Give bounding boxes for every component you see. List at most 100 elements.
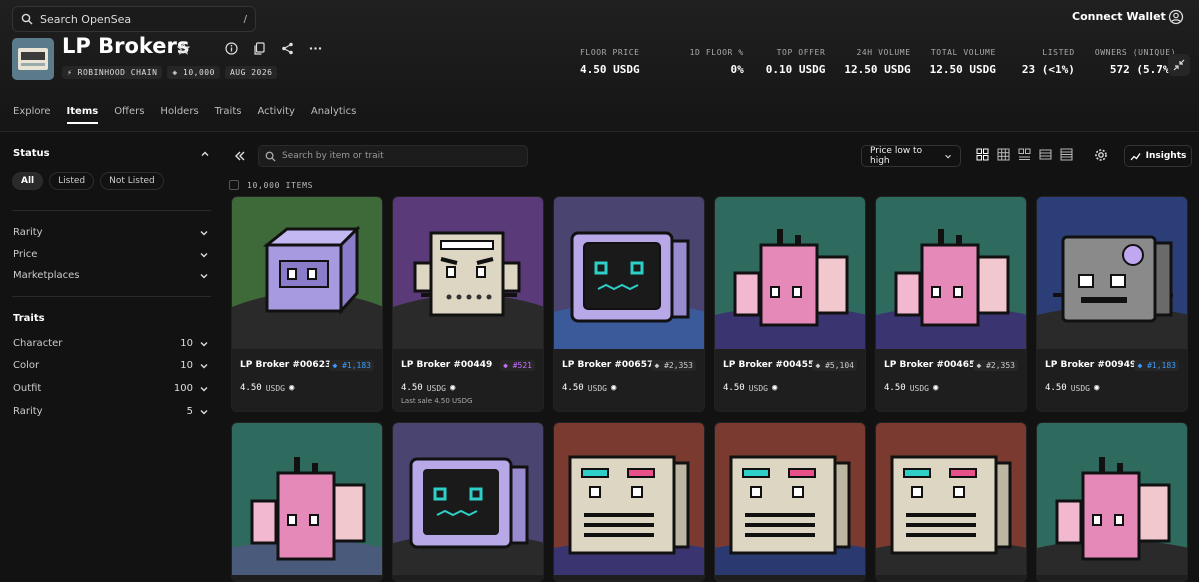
chevron-up-icon[interactable] [200, 149, 210, 159]
item-price: 4.50 USDG ◉ [401, 383, 456, 393]
chain-icon: ⚡ [67, 68, 78, 77]
filter-rarity[interactable]: Rarity [13, 227, 209, 238]
sort-label: Price low to high [870, 146, 923, 166]
stat-floor-price: FLOOR PRICE 4.50 USDG [580, 48, 640, 76]
item-card[interactable]: LP Broker #00657 ◆ #2,353 4.50 USDG ◉ [553, 196, 705, 412]
last-sale: Last sale 4.50 USDG [401, 397, 473, 405]
trait-color[interactable]: Color 10 [13, 360, 209, 371]
item-card[interactable] [392, 422, 544, 582]
gear-icon[interactable] [1094, 148, 1108, 162]
stat-top-offer: TOP OFFER 0.10 USDG [765, 48, 826, 76]
list-icon[interactable] [1039, 148, 1053, 162]
nft-image [232, 423, 382, 575]
items-count: 10,000 ITEMS [247, 180, 314, 190]
token-icon: ◉ [1093, 383, 1100, 393]
stat-1d-floor: 1D FLOOR % 0% [689, 48, 744, 76]
status-listed[interactable]: Listed [49, 172, 95, 190]
status-section-title: Status [13, 148, 50, 159]
tab-items[interactable]: Items [66, 106, 99, 124]
copy-icon[interactable] [251, 40, 267, 56]
token-icon: ◉ [288, 383, 295, 393]
item-card[interactable]: LP Broker #00449 ◆ #521 4.50 USDG ◉ Last s… [392, 196, 544, 412]
item-card[interactable] [875, 422, 1027, 582]
items-count-row: 10,000 ITEMS [229, 180, 313, 190]
item-card[interactable]: LP Broker #00465 ◆ #2,353 4.50 USDG ◉ [875, 196, 1027, 412]
item-name: LP Broker #00657 [562, 360, 654, 370]
filter-marketplaces[interactable]: Marketplaces [13, 270, 209, 281]
stat-owners: OWNERS (UNIQUE) 572 (5.7%) [1094, 48, 1177, 76]
rarity-rank: ◆ #5,104 [812, 360, 857, 371]
chevron-down-icon [200, 273, 208, 278]
item-name: LP Broker #00455 [723, 360, 815, 370]
rarity-rank: ◆ #2,353 [651, 360, 696, 371]
item-price: 4.50 USDG ◉ [884, 383, 939, 393]
chevron-down-icon [200, 252, 208, 257]
select-all-checkbox[interactable] [229, 180, 239, 190]
search-bar[interactable]: Search OpenSea / [12, 6, 256, 32]
nft-image [393, 423, 543, 575]
table-icon[interactable] [1060, 148, 1074, 162]
trait-character[interactable]: Character 10 [13, 338, 209, 349]
trait-outfit[interactable]: Outfit 100 [13, 383, 209, 394]
tab-traits[interactable]: Traits [215, 106, 242, 124]
item-card[interactable]: LP Broker #00455 ◆ #5,104 4.50 USDG ◉ [714, 196, 866, 412]
view-toggles [976, 148, 1074, 162]
item-name: LP Broker #00623 [240, 360, 332, 370]
tab-analytics[interactable]: Analytics [311, 106, 356, 124]
info-icon[interactable] [223, 40, 239, 56]
nft-image [715, 197, 865, 349]
grid-large-icon[interactable] [976, 148, 990, 162]
items-toolbar: Search by item or trait Price low to hig… [224, 142, 1199, 172]
chevron-down-icon [945, 154, 951, 159]
token-icon: ◉ [610, 383, 617, 393]
item-card[interactable]: LP Broker #00623 ◆ #1,183 4.50 USDG ◉ [231, 196, 383, 412]
collection-title: LP Brokers [62, 34, 190, 58]
stack-icon: ◈ [172, 68, 184, 77]
connect-wallet-button[interactable]: Connect Wallet [1072, 10, 1166, 23]
expand-stats-button[interactable] [1168, 54, 1190, 76]
trait-rarity[interactable]: Rarity 5 [13, 406, 209, 417]
collection-header: Search OpenSea / Connect Wallet LP Broke… [0, 0, 1199, 132]
item-card[interactable] [231, 422, 383, 582]
item-card[interactable] [1036, 422, 1188, 582]
item-card[interactable] [714, 422, 866, 582]
stat-24h-volume: 24H VOLUME 12.50 USDG [844, 48, 911, 76]
sort-select[interactable]: Price low to high [861, 145, 961, 167]
item-card[interactable] [553, 422, 705, 582]
status-all[interactable]: All [12, 172, 44, 190]
status-not-listed[interactable]: Not Listed [100, 172, 164, 190]
insights-button[interactable]: Insights [1124, 145, 1192, 167]
grid-medium-icon[interactable] [997, 148, 1011, 162]
chevron-down-icon [200, 363, 208, 368]
tab-activity[interactable]: Activity [257, 106, 294, 124]
double-chevron-left-icon[interactable] [232, 148, 248, 164]
supply-chip: ◈ 10,000 [167, 66, 220, 79]
grid-small-icon[interactable] [1018, 148, 1032, 162]
nft-image [232, 197, 382, 349]
traits-section-title: Traits [13, 313, 45, 324]
share-icon[interactable] [279, 40, 295, 56]
user-icon[interactable] [1168, 9, 1184, 25]
tab-holders[interactable]: Holders [160, 106, 198, 124]
star-icon[interactable] [175, 40, 191, 56]
tab-explore[interactable]: Explore [13, 106, 51, 124]
chain-chip: ⚡ ROBINHOOD CHAIN [62, 66, 163, 79]
nft-image [1037, 423, 1187, 575]
item-name: LP Broker #00449 [401, 360, 493, 370]
filter-sidebar: Status All Listed Not Listed Rarity Pric… [0, 132, 224, 564]
chevron-down-icon [200, 409, 208, 414]
item-search-input[interactable]: Search by item or trait [258, 145, 528, 167]
collection-tabs: Explore Items Offers Holders Traits Acti… [13, 106, 356, 124]
rarity-rank: ◆ #521 [500, 360, 535, 371]
item-name: LP Broker #00949 [1045, 360, 1137, 370]
more-icon[interactable] [307, 40, 323, 56]
collection-logo [12, 38, 54, 80]
search-shortcut: / [243, 13, 247, 25]
filter-price[interactable]: Price [13, 249, 209, 260]
nft-image [876, 423, 1026, 575]
collapse-arrows-icon [1173, 59, 1185, 71]
tab-offers[interactable]: Offers [114, 106, 144, 124]
item-price: 4.50 USDG ◉ [240, 383, 295, 393]
item-card[interactable]: LP Broker #00949 ◆ #1,183 4.50 USDG ◉ [1036, 196, 1188, 412]
nft-image [715, 423, 865, 575]
